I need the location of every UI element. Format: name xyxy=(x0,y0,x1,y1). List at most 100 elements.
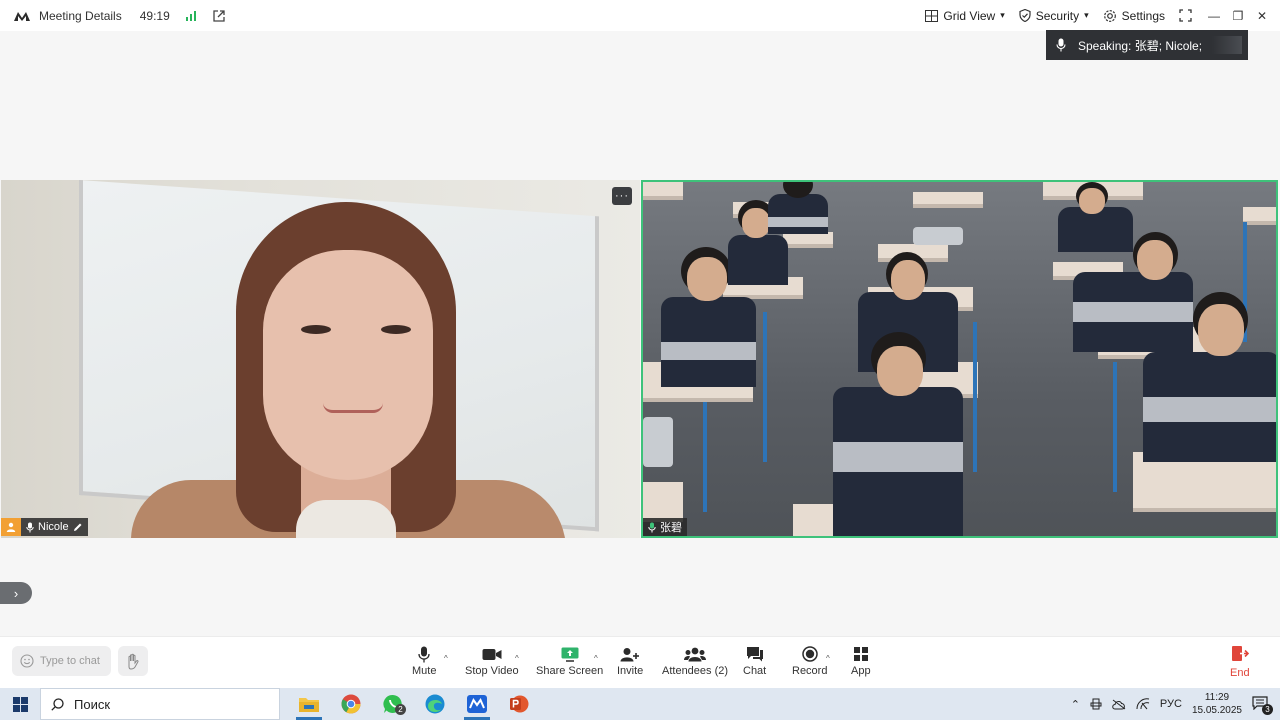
clock-time: 11:29 xyxy=(1204,692,1230,703)
participant-name-tag: Nicole xyxy=(1,518,88,536)
meeting-toolbar: Type to chat Mute ^ Stop Video ^ Share S… xyxy=(0,636,1280,688)
powerpoint-icon xyxy=(510,695,529,713)
chat-bubble-icon xyxy=(746,647,763,662)
settings-button[interactable]: Settings xyxy=(1103,9,1165,23)
raise-hand-button[interactable] xyxy=(118,646,148,676)
end-label: End xyxy=(1230,667,1250,679)
meeting-timer: 49:19 xyxy=(139,8,170,23)
chat-button[interactable]: Chat xyxy=(743,645,766,677)
start-button[interactable] xyxy=(0,688,40,720)
people-icon xyxy=(684,647,707,661)
host-icon xyxy=(1,518,21,536)
invite-button[interactable]: Invite xyxy=(617,645,643,677)
video-options-caret[interactable]: ^ xyxy=(515,654,519,663)
app-button[interactable]: App xyxy=(851,645,871,677)
share-screen-label: Share Screen xyxy=(536,665,604,677)
grid-view-dropdown[interactable]: Grid View ▾ xyxy=(925,8,1005,23)
restore-icon[interactable]: ❐ xyxy=(1232,9,1244,23)
participant-name: Nicole xyxy=(38,521,69,533)
edit-pencil-icon[interactable] xyxy=(73,522,83,532)
participant-name-tag: 张碧 xyxy=(643,518,687,536)
microphone-icon xyxy=(26,522,34,532)
meeting-app[interactable] xyxy=(456,688,498,720)
close-icon[interactable]: ✕ xyxy=(1256,9,1268,23)
record-icon xyxy=(801,646,818,662)
minimize-icon[interactable]: — xyxy=(1208,9,1220,23)
language-indicator[interactable]: РУС xyxy=(1160,698,1182,710)
share-screen-icon xyxy=(561,647,579,662)
share-options-caret[interactable]: ^ xyxy=(594,654,598,663)
video-camera-icon xyxy=(482,648,502,660)
grid-view-icon xyxy=(925,9,939,22)
clock-date: 15.05.2025 xyxy=(1191,705,1242,716)
network-icon[interactable] xyxy=(1136,698,1150,710)
chevron-right-icon: › xyxy=(13,585,19,601)
chrome-app[interactable] xyxy=(330,688,372,720)
meeting-topbar: Meeting Details 49:19 Grid View ▾ Securi… xyxy=(0,0,1280,31)
raise-hand-icon xyxy=(128,653,139,670)
end-meeting-button[interactable]: End xyxy=(1230,645,1250,679)
chat-label: Chat xyxy=(743,665,767,677)
mute-options-caret[interactable]: ^ xyxy=(444,654,448,663)
video-tile-zhangbi[interactable]: 张碧 xyxy=(641,180,1278,538)
windows-logo-icon xyxy=(12,696,28,712)
microphone-active-icon xyxy=(648,522,656,532)
microphone-icon xyxy=(1056,38,1066,52)
search-icon xyxy=(51,697,64,711)
powerpoint-app[interactable] xyxy=(498,688,540,720)
invite-label: Invite xyxy=(617,665,644,677)
chat-input[interactable]: Type to chat xyxy=(12,646,111,676)
more-options-button[interactable]: ··· xyxy=(612,187,632,205)
meeting-app-icon xyxy=(467,695,487,713)
grid-view-label: Grid View xyxy=(943,8,996,23)
settings-label: Settings xyxy=(1121,8,1165,23)
stop-video-button[interactable]: Stop Video xyxy=(465,645,519,677)
mute-button[interactable]: Mute xyxy=(412,645,436,677)
record-options-caret[interactable]: ^ xyxy=(826,654,830,663)
signal-strength-icon[interactable] xyxy=(185,10,196,21)
stop-video-label: Stop Video xyxy=(465,665,519,677)
app-logo-icon xyxy=(14,11,30,21)
microphone-icon xyxy=(418,646,430,662)
chrome-icon xyxy=(341,694,361,714)
attendees-button[interactable]: Attendees (2) xyxy=(662,645,728,677)
mute-label: Mute xyxy=(412,665,437,677)
security-dropdown[interactable]: Security ▾ xyxy=(1019,9,1089,23)
chevron-up-icon[interactable]: ⌃ xyxy=(1071,698,1080,711)
participant-name: 张碧 xyxy=(660,522,682,534)
meeting-details-link[interactable]: Meeting Details xyxy=(39,9,122,23)
edge-icon xyxy=(425,694,445,714)
cloud-icon[interactable] xyxy=(1112,699,1126,710)
notification-badge: 3 xyxy=(1262,704,1273,715)
system-clock[interactable]: 11:29 15.05.2025 xyxy=(1192,691,1242,717)
record-label: Record xyxy=(792,665,828,677)
chevron-down-icon: ▾ xyxy=(1000,10,1005,20)
file-explorer-app[interactable] xyxy=(288,688,330,720)
security-label: Security xyxy=(1035,8,1080,23)
notification-center[interactable]: 3 xyxy=(1252,696,1273,715)
active-speaker-indicator: Speaking: 张碧; Nicole; xyxy=(1046,30,1248,60)
edge-app[interactable] xyxy=(414,688,456,720)
windows-taskbar: Поиск 2 ⌃ РУС 11:29 15.05.2025 3 xyxy=(0,688,1280,720)
exit-icon xyxy=(1231,646,1249,661)
device-icon[interactable] xyxy=(1090,698,1102,710)
add-user-icon xyxy=(620,647,640,661)
fullscreen-button[interactable] xyxy=(1179,9,1192,22)
emoji-icon[interactable] xyxy=(20,654,34,668)
external-link-icon[interactable] xyxy=(212,9,226,23)
chat-placeholder: Type to chat xyxy=(40,655,100,667)
app-label: App xyxy=(851,665,871,677)
whatsapp-app[interactable]: 2 xyxy=(372,688,414,720)
whatsapp-badge: 2 xyxy=(395,704,406,715)
video-tile-nicole[interactable]: ··· Nicole xyxy=(1,180,640,538)
record-button[interactable]: Record xyxy=(792,645,827,677)
folder-icon xyxy=(299,698,319,712)
shield-icon xyxy=(1019,9,1031,22)
expand-panel-button[interactable]: › xyxy=(0,582,32,604)
speaking-text: Speaking: 张碧; Nicole; xyxy=(1078,38,1203,53)
chevron-down-icon: ▾ xyxy=(1084,10,1089,20)
search-placeholder: Поиск xyxy=(74,696,111,712)
gear-icon xyxy=(1103,9,1116,22)
taskbar-search[interactable]: Поиск xyxy=(40,688,280,720)
attendees-label: Attendees (2) xyxy=(662,665,729,677)
